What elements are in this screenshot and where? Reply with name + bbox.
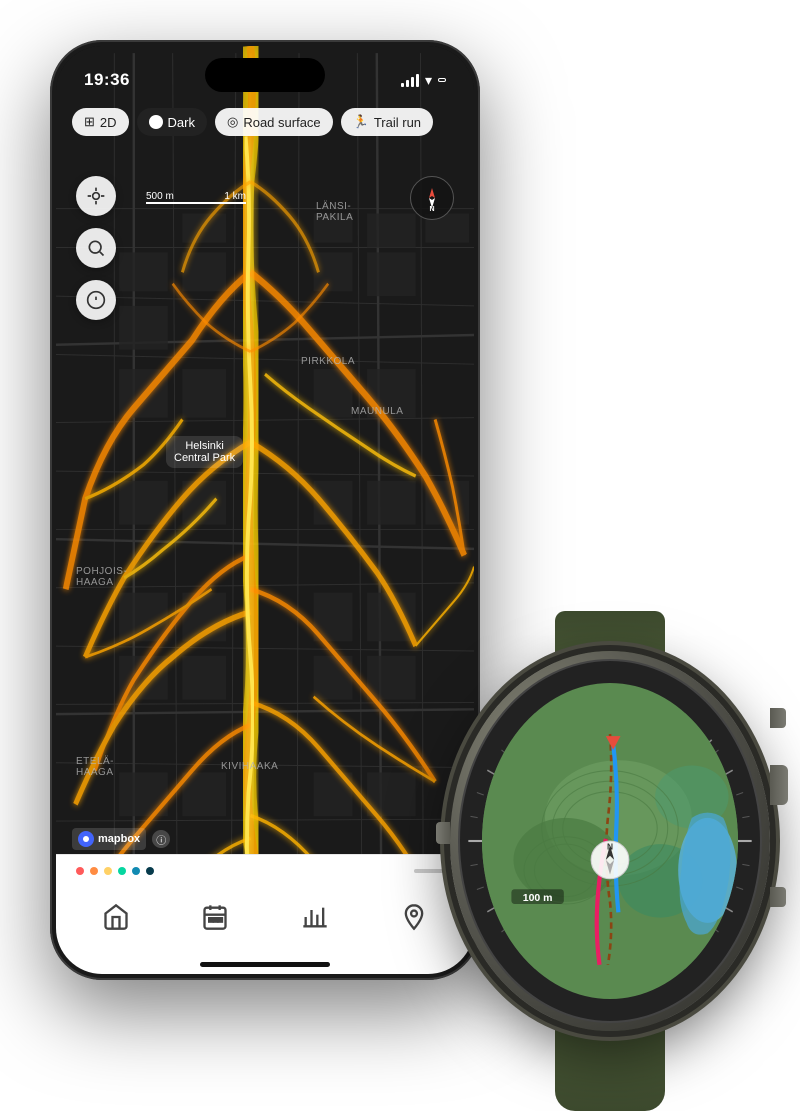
dot-orange	[90, 867, 98, 875]
compass: N	[410, 176, 454, 220]
status-icons: ▾	[401, 72, 446, 89]
tab-stats[interactable]	[301, 903, 329, 931]
watch-screen: N 100 m	[482, 683, 738, 999]
chip-road[interactable]: ◎ Road surface	[215, 108, 333, 136]
chip-dark-label: Dark	[168, 115, 195, 130]
watch-device: // This won't execute in SVG, so hardcod…	[450, 651, 770, 1031]
scale-bar: 500 m 1 km	[146, 191, 246, 204]
signal-icon	[401, 73, 419, 87]
chip-2d[interactable]: ⊞ 2D	[72, 108, 129, 136]
watch-bezel: // This won't execute in SVG, so hardcod…	[458, 659, 762, 1023]
tabs	[56, 879, 474, 954]
map-background[interactable]: ⊞ 2D Dark ◎ Road surface 🏃 Trail run	[56, 46, 474, 974]
dynamic-island	[205, 58, 325, 92]
chip-trail-label: Trail run	[374, 115, 421, 130]
watch-btn-bottom	[770, 887, 786, 907]
chip-2d-label: 2D	[100, 115, 117, 130]
watch-crown	[770, 765, 788, 805]
dark-icon	[149, 115, 163, 129]
watch-case: // This won't execute in SVG, so hardcod…	[450, 651, 770, 1031]
home-indicator	[56, 954, 474, 974]
page-indicator	[414, 869, 454, 873]
scale-label-1: 500 m	[146, 191, 174, 202]
location-button[interactable]	[76, 176, 116, 216]
park-label-text: HelsinkiCentral Park	[174, 440, 235, 464]
map-icon: ⊞	[84, 114, 95, 130]
tab-bar	[56, 854, 474, 974]
chip-trail[interactable]: 🏃 Trail run	[341, 108, 433, 136]
dot-blue	[132, 867, 140, 875]
dots-row	[56, 855, 474, 879]
status-time: 19:36	[84, 70, 130, 90]
info-button[interactable]	[76, 280, 116, 320]
scale-label-2: 1 km	[224, 191, 246, 202]
svg-text:N: N	[429, 206, 434, 212]
tab-location[interactable]	[400, 903, 428, 931]
road-icon: ◎	[227, 114, 238, 130]
park-label: HelsinkiCentral Park	[166, 436, 243, 468]
home-bar	[200, 962, 330, 967]
mapbox-attribution: mapbox ⓘ	[72, 828, 170, 850]
chip-dark[interactable]: Dark	[137, 108, 207, 136]
dot-red	[76, 867, 84, 875]
scale-labels: 500 m 1 km	[146, 191, 246, 202]
battery-icon	[438, 78, 446, 82]
tab-home[interactable]	[102, 903, 130, 931]
dots	[76, 867, 154, 875]
scene: 19:36 ▾	[0, 0, 800, 1091]
chip-road-label: Road surface	[243, 115, 320, 130]
phone-device: 19:36 ▾	[50, 40, 480, 980]
watch-map-svg: N 100 m	[482, 683, 738, 999]
watch-btn-top	[770, 708, 786, 728]
mapbox-info[interactable]: ⓘ	[152, 830, 170, 848]
wifi-icon: ▾	[425, 72, 432, 89]
phone-screen: 19:36 ▾	[56, 46, 474, 974]
dot-yellow	[104, 867, 112, 875]
watch-left-btn	[436, 822, 450, 844]
search-button[interactable]	[76, 228, 116, 268]
dot-green	[118, 867, 126, 875]
svg-text:100 m: 100 m	[523, 893, 553, 904]
map-controls	[76, 176, 116, 320]
scale-line	[146, 202, 246, 204]
svg-text:N: N	[607, 841, 613, 851]
tab-calendar[interactable]	[201, 903, 229, 931]
dot-dark	[146, 867, 154, 875]
mapbox-text: mapbox	[98, 833, 140, 845]
trail-icon: 🏃	[353, 114, 369, 130]
map-chips: ⊞ 2D Dark ◎ Road surface 🏃 Trail run	[72, 108, 458, 136]
mapbox-logo: mapbox	[72, 828, 146, 850]
